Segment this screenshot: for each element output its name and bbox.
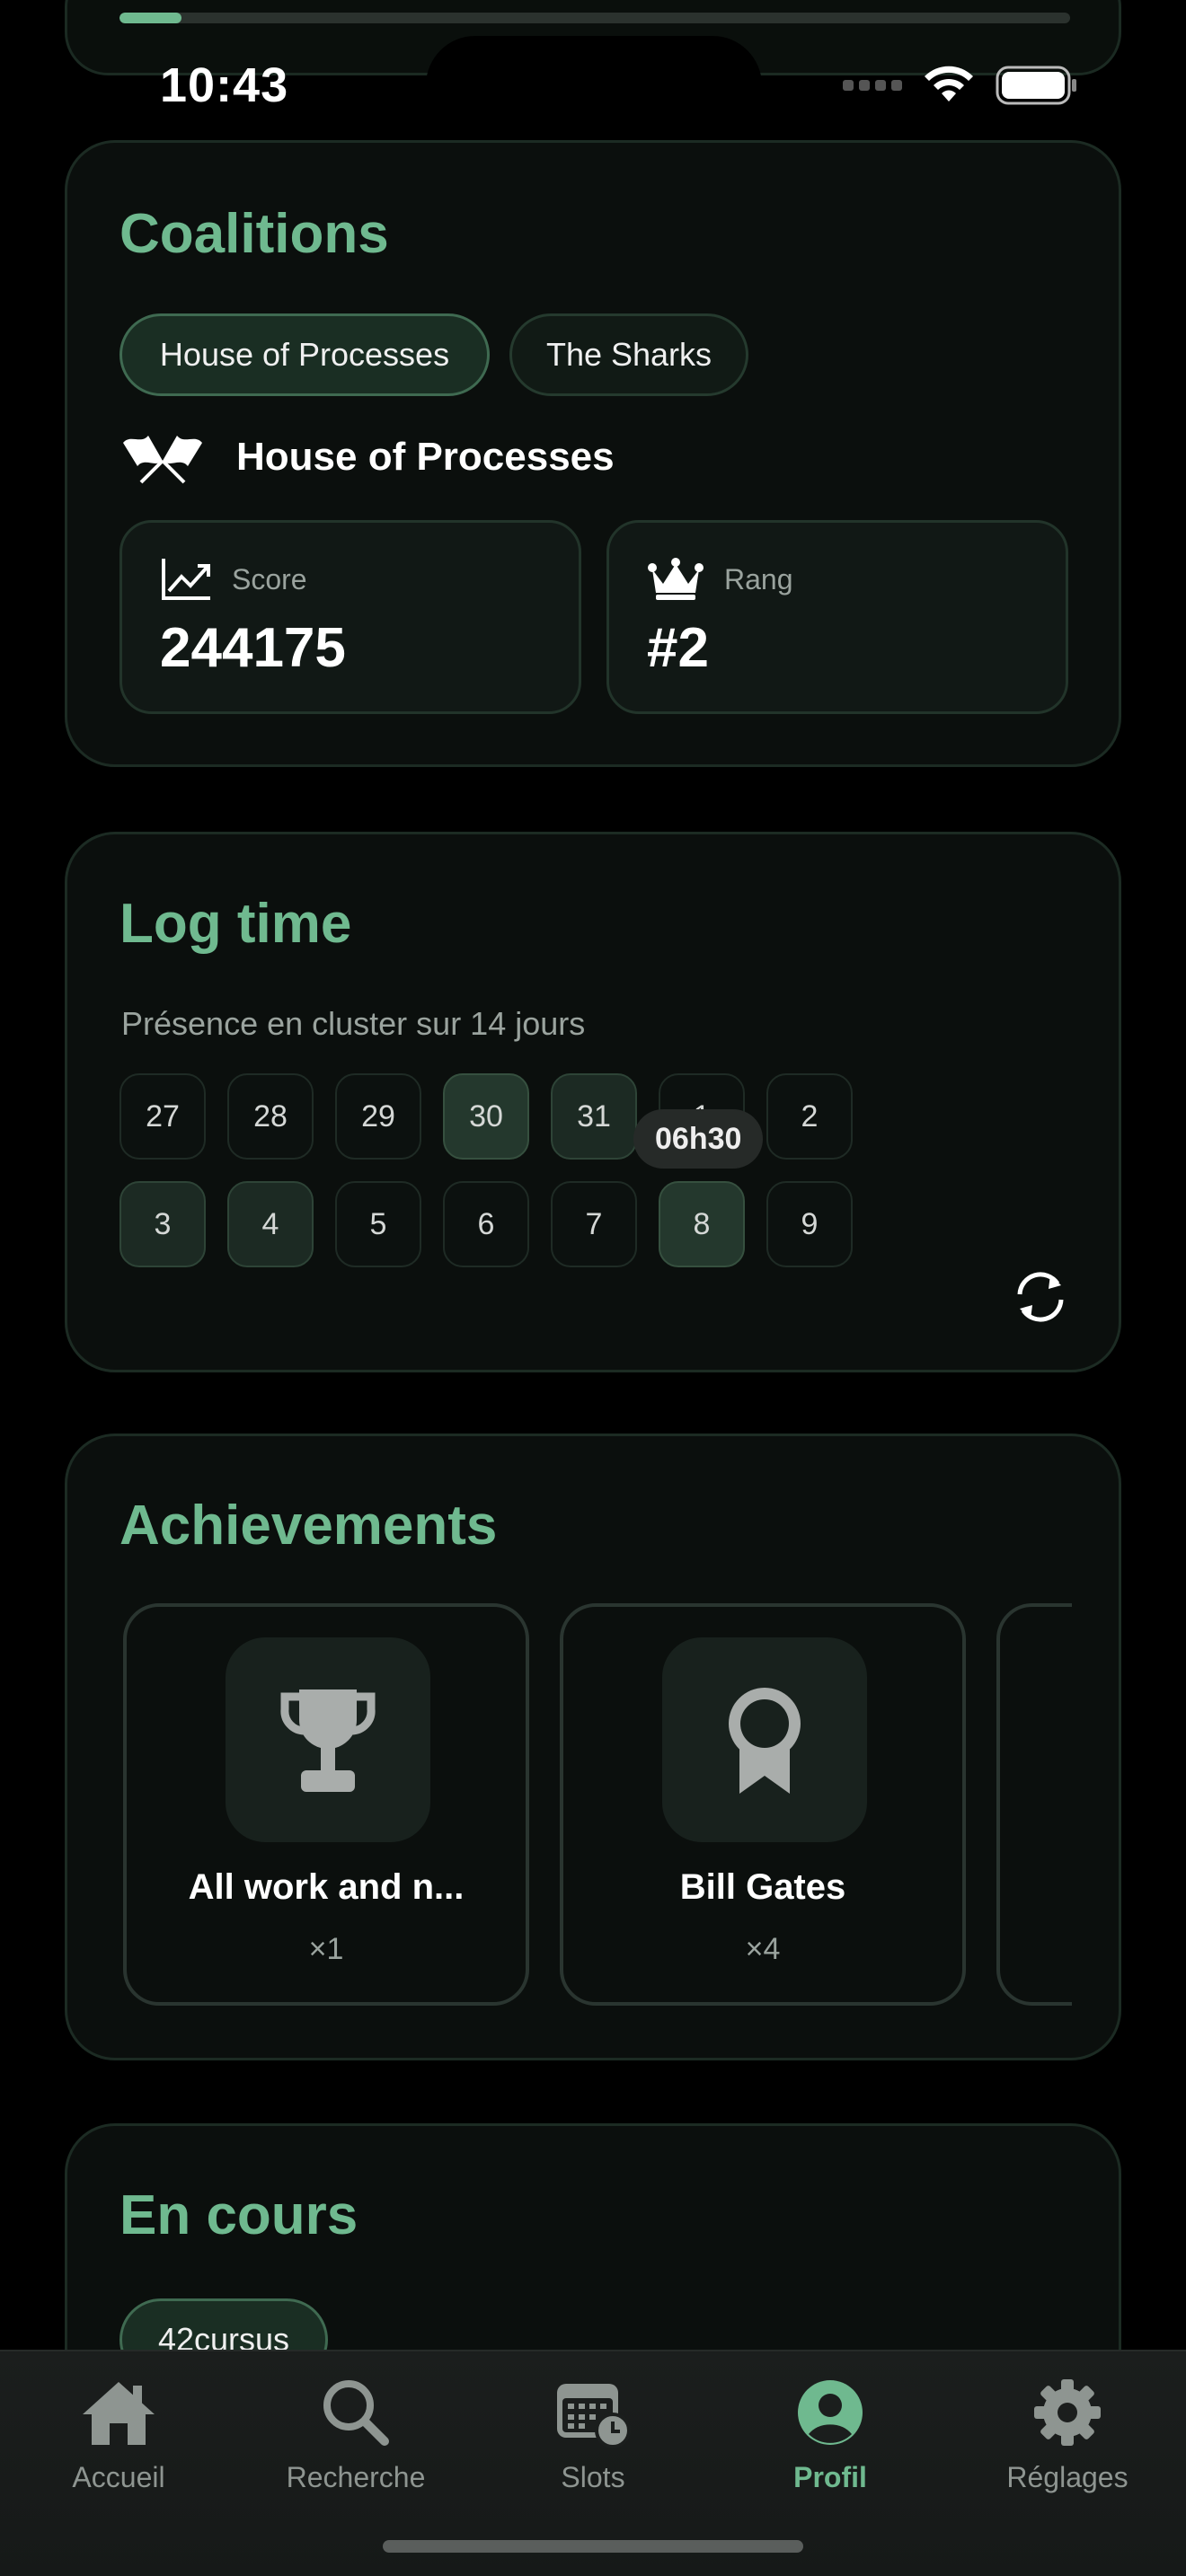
home-indicator [383, 2540, 803, 2553]
day-cell[interactable]: 7 [551, 1181, 637, 1267]
day-cell[interactable]: 5 [335, 1181, 421, 1267]
day-cell-on[interactable]: 4 [227, 1181, 314, 1267]
achievement-count: ×4 [745, 1932, 781, 1966]
day-cell-on[interactable]: 30 [443, 1073, 529, 1160]
cellular-icon [843, 80, 902, 91]
rank-value: #2 [647, 617, 709, 679]
coalitions-title: Coalitions [119, 203, 389, 265]
day-cell-selected[interactable]: 8 [659, 1181, 745, 1267]
coalitions-card: Coalitions House of Processes The Sharks… [65, 140, 1121, 767]
achievements-card: Achievements All work and n... ×1 Bill G… [65, 1434, 1121, 2060]
day-cell[interactable]: 28 [227, 1073, 314, 1160]
log-time-card: Log time Présence en cluster sur 14 jour… [65, 832, 1121, 1372]
day-cell[interactable]: 29 [335, 1073, 421, 1160]
refresh-icon[interactable] [1011, 1267, 1070, 1327]
tab-profil[interactable]: Profil [722, 2373, 938, 2494]
person-circle-icon [722, 2373, 938, 2452]
day-cell-on[interactable]: 31 [551, 1073, 637, 1160]
tab-recherche[interactable]: Recherche [248, 2373, 464, 2494]
selected-coalition-name: House of Processes [236, 435, 615, 479]
calendar-clock-icon [485, 2373, 701, 2452]
tab-label: Slots [561, 2461, 625, 2493]
level-progress-fill [119, 13, 181, 23]
wifi-icon [925, 66, 973, 101]
tab-label: Profil [793, 2461, 867, 2493]
level-progress-bar [119, 13, 1070, 23]
day-cell[interactable]: 2 [766, 1073, 853, 1160]
day-cell[interactable]: 9 [766, 1181, 853, 1267]
gear-icon [960, 2373, 1175, 2452]
crown-icon [648, 558, 704, 600]
log-time-subtitle: Présence en cluster sur 14 jours [121, 1005, 586, 1042]
tab-label: Réglages [1006, 2461, 1128, 2493]
achievement-item[interactable]: All work and n... ×1 [123, 1603, 529, 2006]
coalition-tab-the-sharks[interactable]: The Sharks [509, 313, 748, 396]
tab-slots[interactable]: Slots [485, 2373, 701, 2494]
achievement-name: Bill Gates [679, 1867, 846, 1907]
achievement-name: All work and n... [188, 1867, 465, 1907]
house-icon [11, 2373, 226, 2452]
trophy-icon [226, 1637, 430, 1842]
score-box: Score 244175 [119, 520, 581, 714]
selected-coalition: House of Processes [121, 430, 615, 484]
profile-screen: 10:43 Coalitions House of Processes The … [0, 0, 1186, 2576]
tab-reglages[interactable]: Réglages [960, 2373, 1175, 2494]
day-cell[interactable]: 6 [443, 1181, 529, 1267]
award-ribbon-icon [662, 1637, 867, 1842]
rank-box: Rang #2 [606, 520, 1068, 714]
achievement-item[interactable]: Bill Gates ×4 [560, 1603, 966, 2006]
day-cell-on[interactable]: 27 [119, 1073, 206, 1160]
tab-label: Recherche [286, 2461, 426, 2493]
score-label: Score [232, 562, 307, 595]
coalition-tab-house-of-processes[interactable]: House of Processes [119, 313, 490, 396]
tab-accueil[interactable]: Accueil [11, 2373, 226, 2494]
achievement-item-clipped[interactable] [996, 1603, 1072, 2006]
en-cours-title: En cours [119, 2184, 358, 2246]
crossed-flags-icon [123, 436, 202, 484]
achievement-count: ×1 [308, 1932, 344, 1966]
battery-icon [996, 66, 1076, 105]
chart-trend-icon [162, 559, 210, 600]
dynamic-island [426, 36, 762, 135]
status-indicators [843, 65, 1078, 106]
log-time-title: Log time [119, 893, 352, 955]
log-time-tooltip: 06h30 [633, 1109, 764, 1169]
rank-label: Rang [724, 562, 793, 595]
status-time: 10:43 [160, 58, 289, 112]
tab-label: Accueil [72, 2461, 165, 2493]
search-icon [248, 2373, 464, 2452]
score-value: 244175 [160, 617, 346, 679]
achievements-title: Achievements [119, 1495, 498, 1557]
day-cell-on[interactable]: 3 [119, 1181, 206, 1267]
